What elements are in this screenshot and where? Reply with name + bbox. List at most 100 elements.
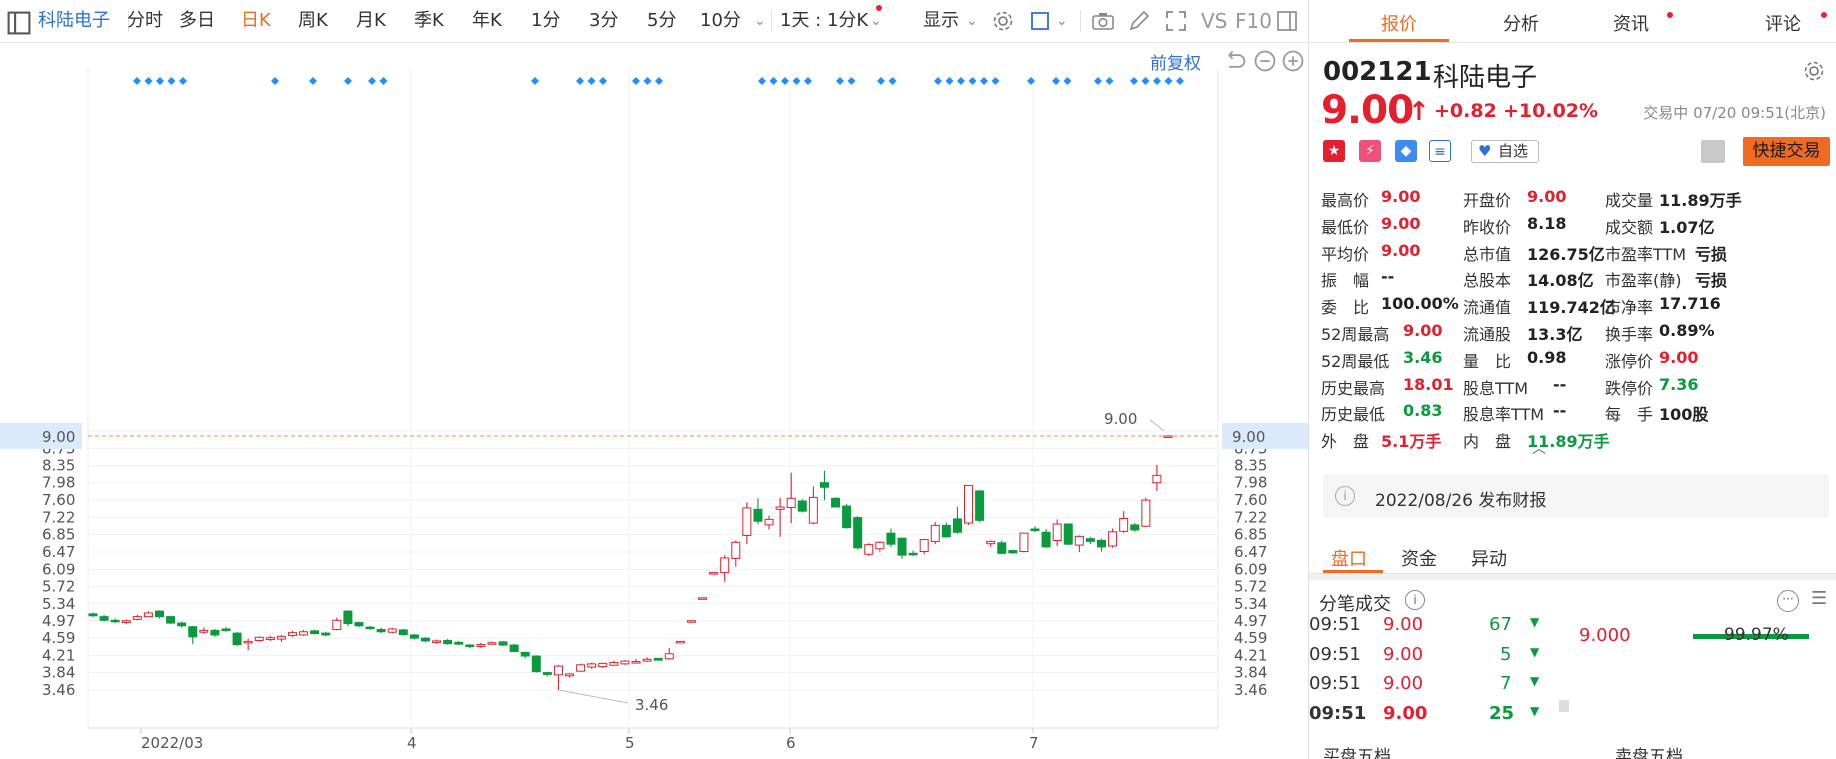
info-icon[interactable]: i — [1405, 590, 1425, 610]
candle-body — [1008, 550, 1018, 554]
quote-label: 内 盘 — [1463, 432, 1512, 452]
camera-icon[interactable] — [1090, 8, 1116, 34]
period-1min[interactable]: 1分 — [531, 11, 560, 31]
period-quarterly-k[interactable]: 季K — [414, 11, 444, 31]
quote-value: 11.89万手 — [1659, 191, 1742, 210]
quote-panel: 报价 分析 资讯 评论 002121 科陆电子 9.00 ↑ +0.82 +10… — [1308, 0, 1836, 759]
candle-body — [265, 637, 275, 641]
sidebar-toggle-icon[interactable] — [6, 10, 31, 35]
tab-anomaly[interactable]: 异动 — [1471, 545, 1507, 571]
list-view-icon[interactable]: ☰ — [1811, 588, 1827, 609]
notes-icon[interactable]: ≡ — [1429, 140, 1451, 162]
event-marker-diamond — [1105, 77, 1114, 85]
quote-label: 成交额 — [1605, 217, 1654, 237]
drawing-box-icon[interactable] — [1028, 8, 1054, 34]
period-fenshi[interactable]: 分时 — [127, 11, 163, 31]
quote-label: 外 盘 — [1321, 432, 1370, 452]
lightning-icon[interactable]: ⚡ — [1359, 140, 1381, 162]
down-triangle-icon: ▼ — [1530, 644, 1540, 659]
settings-gear-icon[interactable] — [990, 8, 1016, 34]
candle-body — [786, 497, 796, 508]
candle-body — [908, 552, 918, 556]
settings-gear-icon[interactable] — [1801, 58, 1825, 82]
period-yearly-k[interactable]: 年K — [472, 11, 502, 31]
candle-body — [476, 644, 486, 647]
period-10min[interactable]: 10分 — [700, 11, 741, 31]
x-tick-label: 4 — [407, 734, 417, 752]
candle-body — [808, 496, 818, 524]
candle-body — [897, 537, 907, 556]
event-marker-diamond — [1130, 77, 1138, 85]
chevron-down-icon[interactable]: ⌄ — [870, 11, 882, 31]
y-tick-label-left: 7.98 — [42, 474, 75, 492]
panel-toggle-icon[interactable] — [1274, 8, 1300, 34]
more-icon[interactable]: ··· — [1777, 590, 1799, 612]
candle-body — [1130, 524, 1140, 531]
tab-capital[interactable]: 资金 — [1401, 545, 1437, 571]
quote-value: 7.36 — [1659, 374, 1699, 394]
chevron-down-icon[interactable]: ⌄ — [754, 11, 766, 31]
candle-body — [720, 557, 730, 574]
candle-body — [432, 640, 442, 643]
quote-label: 52周最低 — [1321, 351, 1390, 371]
compare-vs-button[interactable]: VS — [1201, 11, 1227, 31]
candle-body — [975, 490, 985, 521]
quote-label: 量 比 — [1463, 351, 1512, 371]
tab-orderbook[interactable]: 盘口 — [1331, 545, 1367, 571]
tick-price: 9.00 — [1383, 614, 1424, 635]
y-tick-label-right: 6.09 — [1234, 560, 1267, 578]
pencil-icon[interactable] — [1126, 8, 1152, 34]
bell-icon[interactable] — [1701, 140, 1725, 163]
quote-label: 市盈率(静) — [1605, 271, 1682, 291]
event-marker-diamond — [877, 77, 885, 85]
candle-body — [354, 622, 364, 627]
quote-label: 开盘价 — [1463, 191, 1512, 210]
period-5min[interactable]: 5分 — [647, 11, 676, 31]
period-weekly-k[interactable]: 周K — [298, 11, 328, 31]
f10-button[interactable]: F10 — [1235, 11, 1272, 31]
period-multiday[interactable]: 多日 — [179, 11, 215, 31]
grid-layer — [87, 68, 1219, 734]
quote-label: 52周最高 — [1321, 325, 1390, 344]
tick-vol: 5 — [1500, 643, 1512, 665]
candlestick-chart[interactable]: 3.46 3.463.84 3.844.21 4.214.59 4.594.97 4.97… — [0, 44, 1308, 759]
event-marker-diamond — [643, 77, 652, 85]
period-3min[interactable]: 3分 — [589, 11, 618, 31]
quote-value: 13.3亿 — [1527, 325, 1583, 344]
tick-vol: 7 — [1500, 673, 1512, 694]
period-daily-k[interactable]: 日K — [241, 11, 271, 31]
y-tick-label-right: 6.47 — [1234, 543, 1267, 561]
range-select[interactable]: 1天 : 1分K — [780, 11, 868, 31]
candle-body — [964, 484, 974, 524]
display-menu[interactable]: 显示 — [923, 11, 959, 31]
y-tick-label-left: 4.59 — [42, 629, 75, 647]
chevron-down-icon[interactable]: ⌄ — [966, 11, 978, 31]
candle-body — [1119, 517, 1129, 532]
chevron-down-icon[interactable]: ⌄ — [1056, 11, 1068, 31]
candle-body — [831, 497, 841, 508]
event-marker-diamond — [655, 77, 663, 85]
tab-comments[interactable]: 评论 — [1765, 10, 1801, 36]
add-watchlist-button[interactable]: ♥ 自选 — [1471, 140, 1539, 163]
tab-news[interactable]: 资讯 — [1613, 10, 1649, 36]
quick-trade-button[interactable]: 快捷交易 — [1743, 137, 1830, 166]
period-monthly-k[interactable]: 月K — [356, 11, 386, 31]
candle-body — [1063, 523, 1073, 545]
candle-body — [664, 653, 674, 660]
fullscreen-icon[interactable] — [1163, 8, 1189, 34]
tab-analysis[interactable]: 分析 — [1503, 10, 1539, 36]
earnings-notice[interactable]: i 2022/08/26 发布财报 — [1323, 474, 1829, 518]
y-tick-label-left: 8.35 — [42, 457, 75, 475]
candle-body — [886, 532, 896, 545]
quote-label: 换手率 — [1605, 325, 1654, 344]
stock-name-link[interactable]: 科陆电子 — [38, 11, 110, 31]
tab-quote[interactable]: 报价 — [1381, 10, 1417, 36]
scroll-indicator[interactable] — [1559, 700, 1569, 712]
y-tick-label-left: 6.47 — [42, 543, 75, 561]
tag-icon[interactable]: ◆ — [1395, 140, 1417, 162]
candle-body — [321, 632, 331, 636]
collapse-chevron-icon[interactable]: ︿ — [1532, 438, 1546, 458]
y-tick-label-left: 4.97 — [42, 612, 75, 630]
event-marker-diamond — [792, 77, 801, 85]
candle-body — [709, 572, 719, 575]
